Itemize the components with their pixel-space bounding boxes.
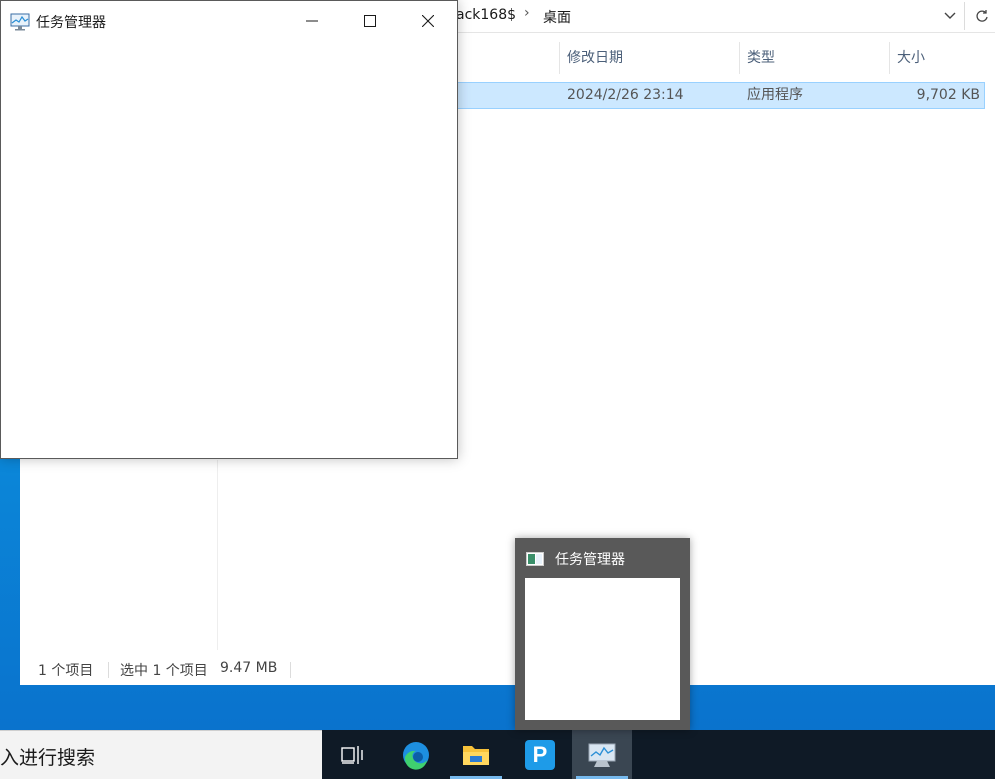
column-header-modified[interactable]: 修改日期: [559, 40, 739, 76]
task-manager-window[interactable]: 任务管理器: [0, 0, 458, 459]
task-manager-icon: [588, 743, 616, 767]
p-app-glyph: P: [532, 741, 548, 767]
close-button[interactable]: [399, 1, 457, 41]
file-size: 9,702 KB: [916, 87, 980, 103]
breadcrumb-separator[interactable]: ›: [524, 5, 530, 21]
taskbar-thumbnail-preview[interactable]: 任务管理器: [515, 538, 690, 730]
edge-icon: [403, 741, 429, 770]
breadcrumb-segment-desktop[interactable]: 桌面: [543, 7, 571, 27]
task-view-icon: [341, 745, 363, 764]
minimize-button[interactable]: [283, 1, 341, 41]
task-view-button[interactable]: [322, 730, 382, 779]
column-header-type[interactable]: 类型: [739, 40, 889, 76]
address-divider: [964, 2, 965, 30]
column-header-size[interactable]: 大小: [889, 40, 989, 76]
status-bar: 1 个项目 选中 1 个项目 9.47 MB: [20, 656, 995, 684]
close-icon: [422, 15, 434, 27]
file-explorer-button[interactable]: [446, 730, 506, 779]
status-separator: [108, 662, 109, 678]
refresh-button[interactable]: [970, 4, 994, 28]
status-separator: [290, 662, 291, 678]
p-app-button[interactable]: P: [510, 730, 570, 779]
minimize-icon: [306, 20, 318, 22]
thumbnail-title: 任务管理器: [555, 552, 625, 568]
maximize-icon: [364, 15, 376, 27]
navigation-pane-divider: [217, 460, 218, 650]
thumbnail-window-preview[interactable]: [525, 578, 680, 720]
taskbar-search-box[interactable]: 入进行搜索: [0, 730, 322, 779]
table-row[interactable]: 2024/2/26 23:14 应用程序 9,702 KB: [457, 82, 985, 109]
task-manager-title: 任务管理器: [36, 15, 106, 31]
status-selected-size: 9.47 MB: [220, 660, 278, 676]
edge-button[interactable]: [386, 730, 446, 779]
folder-icon: [463, 745, 489, 765]
search-placeholder: 入进行搜索: [0, 747, 96, 769]
file-type: 应用程序: [747, 87, 803, 103]
p-app-icon: P: [525, 739, 555, 770]
taskbar: 入进行搜索 P: [0, 730, 995, 779]
task-manager-icon: [10, 13, 30, 31]
chevron-down-icon: [944, 12, 956, 19]
refresh-icon: [976, 10, 988, 22]
task-manager-icon: [526, 552, 544, 566]
task-manager-button[interactable]: [572, 730, 632, 779]
maximize-button[interactable]: [341, 1, 399, 41]
file-modified-date: 2024/2/26 23:14: [567, 87, 684, 103]
task-manager-title-bar[interactable]: 任务管理器: [1, 1, 457, 41]
address-dropdown-button[interactable]: [938, 4, 962, 28]
status-selected: 选中 1 个项目: [120, 663, 208, 679]
breadcrumb-segment-user[interactable]: ack168$: [456, 7, 516, 23]
status-item-count: 1 个项目: [38, 663, 94, 679]
